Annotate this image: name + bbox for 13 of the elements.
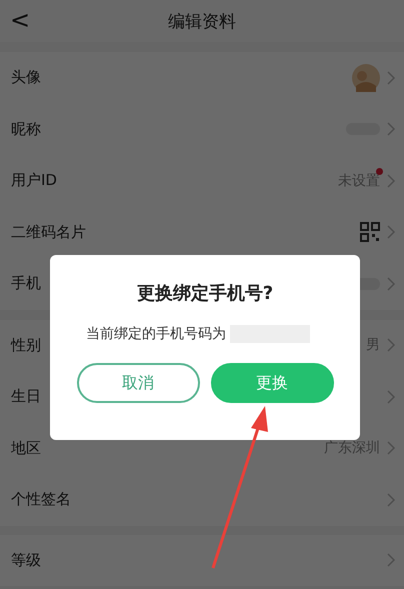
row-label: 地区 bbox=[11, 438, 41, 458]
page-title: 编辑资料 bbox=[168, 10, 236, 32]
row-label: 等级 bbox=[11, 550, 41, 570]
dialog-title: 更换绑定手机号? bbox=[136, 282, 274, 305]
row-label: 头像 bbox=[11, 68, 41, 88]
row-label: 二维码名片 bbox=[11, 222, 86, 242]
row-label: 个性签名 bbox=[11, 490, 71, 510]
row-label: 用户ID bbox=[11, 171, 57, 190]
row-label: 生日 bbox=[11, 387, 41, 406]
row-label: 性别 bbox=[11, 336, 41, 355]
dialog-message: 当前绑定的手机号码为 bbox=[86, 325, 226, 343]
row-label: 昵称 bbox=[11, 120, 41, 139]
row-label: 手机 bbox=[11, 274, 41, 294]
